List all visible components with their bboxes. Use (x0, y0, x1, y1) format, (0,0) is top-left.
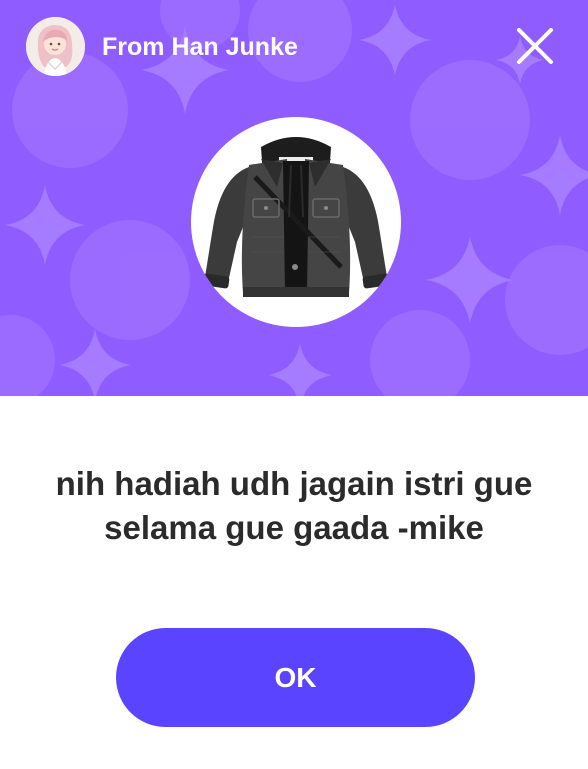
user-avatar-icon (26, 17, 85, 76)
sender-avatar[interactable] (26, 17, 85, 76)
denim-jacket-hoodie-icon (202, 137, 390, 297)
gift-header: From Han Junke (0, 0, 588, 396)
gift-image (191, 117, 401, 327)
gift-message: nih hadiah udh jagain istri gue selama g… (55, 465, 533, 546)
close-icon (517, 28, 553, 64)
close-button[interactable] (514, 25, 556, 67)
sender-label: From Han Junke (102, 33, 298, 61)
ok-button[interactable]: OK (116, 628, 475, 727)
